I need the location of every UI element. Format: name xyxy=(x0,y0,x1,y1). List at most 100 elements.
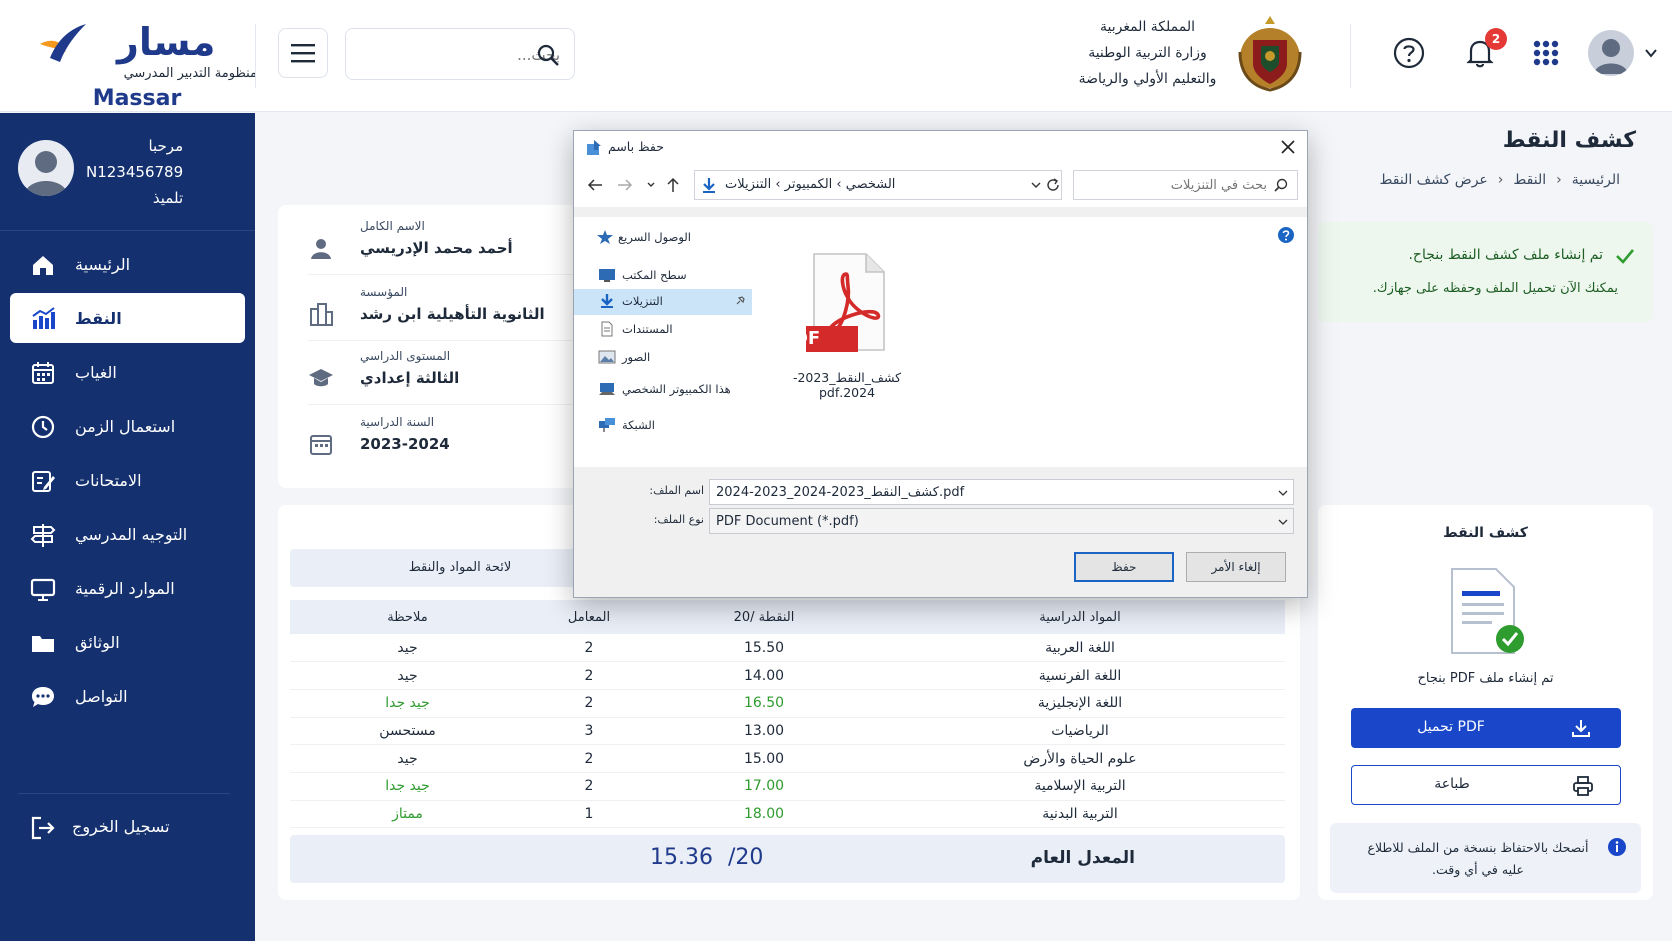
menu-button[interactable] xyxy=(278,28,328,78)
breadcrumb-separator: ‹ xyxy=(1497,172,1504,188)
tree-item-desktop[interactable]: سطح المكتب xyxy=(574,263,752,289)
calendar-icon xyxy=(310,435,332,455)
average-scale: /20 xyxy=(727,845,764,870)
chevron-down-icon[interactable] xyxy=(1278,488,1288,498)
filename-value: كشف_النقط_2023-2024_2023-2024.pdf xyxy=(716,485,965,500)
level-value: الثالثة إعدادي xyxy=(360,369,460,387)
help-icon[interactable] xyxy=(1277,226,1295,244)
sidebar-item-exams[interactable]: الامتحانات xyxy=(10,455,245,505)
logo-english: Massar xyxy=(92,86,182,111)
help-icon[interactable] xyxy=(1392,36,1426,70)
coat-of-arms-icon xyxy=(1238,16,1302,92)
breadcrumb-home[interactable]: الرئيسية xyxy=(1572,172,1620,188)
sidebar-item-digital-resources[interactable]: الموارد الرقمية xyxy=(10,563,245,613)
sidebar-item-orientation[interactable]: التوجيه المدرسي xyxy=(10,509,245,559)
file-item[interactable]: PDF كشف_النقط_2023-2024.pdf xyxy=(772,252,922,400)
download-label: تحميل PDF xyxy=(1417,719,1485,735)
tree-item-label: التنزيلات xyxy=(622,294,663,308)
sidebar-item-label: استعمال الزمن xyxy=(75,416,176,436)
sidebar-item-grades[interactable]: النقط xyxy=(10,293,245,343)
apps-grid-icon[interactable] xyxy=(1529,36,1563,70)
downloads-icon xyxy=(601,294,613,308)
filename-label: اسم الملف: xyxy=(649,484,704,497)
download-pdf-button[interactable]: تحميل PDF xyxy=(1351,708,1621,748)
subject-cell: اللغة الإنجليزية xyxy=(875,689,1285,718)
person-icon xyxy=(311,239,331,259)
user-avatar[interactable] xyxy=(1588,30,1634,76)
pdf-created-status: تم إنشاء ملف PDF بنجاح xyxy=(1417,671,1554,686)
save-as-dialog: حفظ باسم الشخصي › الكمبيوتر › التنزيلات … xyxy=(573,130,1308,598)
sidebar-item-home[interactable]: الرئيسية xyxy=(10,239,245,289)
calendar-icon xyxy=(32,362,54,384)
filetype-select[interactable]: PDF Document (*.pdf) xyxy=(709,508,1294,534)
logo-arabic: مسار xyxy=(117,20,216,64)
back-arrow-icon[interactable] xyxy=(586,176,604,194)
tree-item-quick-access[interactable]: الوصول السريع xyxy=(574,225,752,251)
search-icon[interactable] xyxy=(536,43,560,67)
logout-button[interactable]: تسجيل الخروج xyxy=(10,803,245,853)
recent-dropdown-icon[interactable] xyxy=(642,176,660,194)
sidebar-item-label: النقط xyxy=(75,308,122,328)
up-arrow-icon[interactable] xyxy=(664,176,682,194)
pdf-badge-text: PDF xyxy=(779,328,821,349)
tree-item-downloads[interactable]: التنزيلات xyxy=(574,289,752,315)
level-label: المستوى الدراسي xyxy=(360,349,451,363)
info-row-level: المستوى الدراسي الثالثة إعدادي xyxy=(308,345,578,405)
name-label: الاسم الكامل xyxy=(360,219,425,233)
header-divider xyxy=(255,24,256,88)
table-row: الرياضيات 13.00 3 مستحسن xyxy=(290,717,1285,746)
desktop-icon xyxy=(599,269,615,282)
computer-icon xyxy=(599,383,615,395)
breadcrumb-grades[interactable]: النقط xyxy=(1513,172,1546,188)
tree-item-network[interactable]: الشبكة xyxy=(574,413,752,439)
refresh-icon[interactable] xyxy=(1045,177,1061,193)
sidebar-item-documents[interactable]: الوثائق xyxy=(10,617,245,667)
sidebar-item-absence[interactable]: الغياب xyxy=(10,347,245,397)
dialog-titlebar[interactable]: حفظ باسم xyxy=(574,131,1307,163)
info-row-name: الاسم الكامل أحمد محمد الإدريسي xyxy=(308,215,578,275)
save-button[interactable]: حفظ xyxy=(1074,552,1174,582)
hamburger-icon xyxy=(291,44,315,63)
tree-item-documents[interactable]: المستندات xyxy=(574,317,752,343)
dialog-title: حفظ باسم xyxy=(608,139,664,154)
school-value: الثانوية التأهيلية ابن رشد xyxy=(360,305,545,323)
tree-item-label: سطح المكتب xyxy=(622,268,687,282)
dialog-search-box[interactable] xyxy=(1073,170,1298,200)
user-icon xyxy=(1594,39,1628,74)
sidebar-item-communication[interactable]: التواصل xyxy=(10,671,245,721)
note-cell: جيد xyxy=(290,661,525,690)
table-row: التربية الإسلامية 17.00 2 جيد جدا xyxy=(290,772,1285,801)
monitor-icon xyxy=(30,578,56,601)
grade-cell: 18.00 xyxy=(653,800,875,829)
close-icon[interactable] xyxy=(1280,139,1296,155)
tree-item-this-pc[interactable]: هذا الكمبيوتر الشخصي xyxy=(574,377,752,403)
user-icon xyxy=(24,151,68,196)
filename-input[interactable]: كشف_النقط_2023-2024_2023-2024.pdf xyxy=(709,479,1294,505)
notification-badge: 2 xyxy=(1485,28,1507,50)
print-button[interactable]: طباعة xyxy=(1351,765,1621,805)
success-line1: تم إنشاء ملف كشف النقط بنجاح. xyxy=(1408,247,1603,263)
ministry-line1: المملكة المغربية xyxy=(1099,19,1196,35)
forward-arrow-icon[interactable] xyxy=(616,176,634,194)
grade-cell: 13.00 xyxy=(653,717,875,746)
grades-table: المواد الدراسية النقطة /20 المعامل ملاحظ… xyxy=(290,600,1285,829)
chevron-down-icon[interactable] xyxy=(1278,517,1288,527)
info-row-year: السنة الدراسية 2023-2024 xyxy=(308,411,578,471)
download-icon xyxy=(1572,720,1590,737)
note-cell: ممتاز xyxy=(290,800,525,829)
general-average: المعدل العام 15.36 /20 xyxy=(290,835,1285,883)
table-row: علوم الحياة والأرض 15.00 2 جيد xyxy=(290,744,1285,773)
tree-item-pictures[interactable]: الصور xyxy=(574,345,752,371)
sidebar-item-timetable[interactable]: استعمال الزمن xyxy=(10,401,245,451)
pin-icon[interactable] xyxy=(734,295,746,307)
dialog-search-input[interactable] xyxy=(1097,176,1267,194)
address-bar[interactable]: الشخصي › الكمبيوتر › التنزيلات xyxy=(694,170,1062,200)
massar-logo[interactable]: مسار منظومة التدبير المدرسي Massar xyxy=(32,14,257,111)
grade-cell: 14.00 xyxy=(653,661,875,690)
chevron-down-icon[interactable] xyxy=(1644,46,1658,60)
cancel-button[interactable]: إلغاء الأمر xyxy=(1186,552,1286,582)
search-box[interactable] xyxy=(345,28,575,80)
chevron-down-icon[interactable] xyxy=(1030,179,1042,191)
success-banner: تم إنشاء ملف كشف النقط بنجاح. يمكنك الآن… xyxy=(1318,222,1653,322)
sidebar-item-label: الغياب xyxy=(75,362,117,382)
